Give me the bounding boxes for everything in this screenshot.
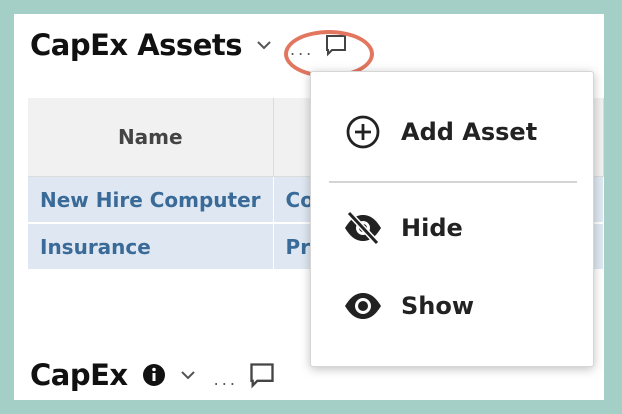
info-icon[interactable] xyxy=(142,363,166,387)
comment-icon[interactable] xyxy=(248,361,276,389)
menu-item-label: Hide xyxy=(401,214,463,242)
eye-slash-icon xyxy=(343,208,383,248)
more-options-menu: Add Asset Hide Show xyxy=(310,71,594,367)
column-header-name[interactable]: Name xyxy=(28,98,274,177)
content-panel: CapEx Assets ... Name New Hire Computer … xyxy=(14,14,604,400)
more-options-button[interactable]: ... xyxy=(290,32,314,59)
section-header-capex: CapEx ... xyxy=(30,358,276,392)
table-cell-name[interactable]: Insurance xyxy=(28,223,274,271)
section-title: CapEx xyxy=(30,358,128,392)
menu-item-label: Add Asset xyxy=(401,118,538,146)
section-header-capex-assets: CapEx Assets ... xyxy=(30,28,348,62)
section-title: CapEx Assets xyxy=(30,28,242,62)
eye-icon xyxy=(343,286,383,326)
plus-circle-icon xyxy=(343,112,383,152)
menu-item-add-asset[interactable]: Add Asset xyxy=(343,112,537,152)
more-options-button[interactable]: ... xyxy=(214,362,238,389)
menu-divider xyxy=(329,181,577,183)
menu-item-label: Show xyxy=(401,292,475,320)
comment-icon[interactable] xyxy=(324,33,348,57)
chevron-down-icon[interactable] xyxy=(256,39,272,51)
menu-item-hide[interactable]: Hide xyxy=(343,208,463,248)
menu-item-show[interactable]: Show xyxy=(343,286,474,326)
table-cell-name[interactable]: New Hire Computer xyxy=(28,176,274,224)
chevron-down-icon[interactable] xyxy=(180,369,196,381)
